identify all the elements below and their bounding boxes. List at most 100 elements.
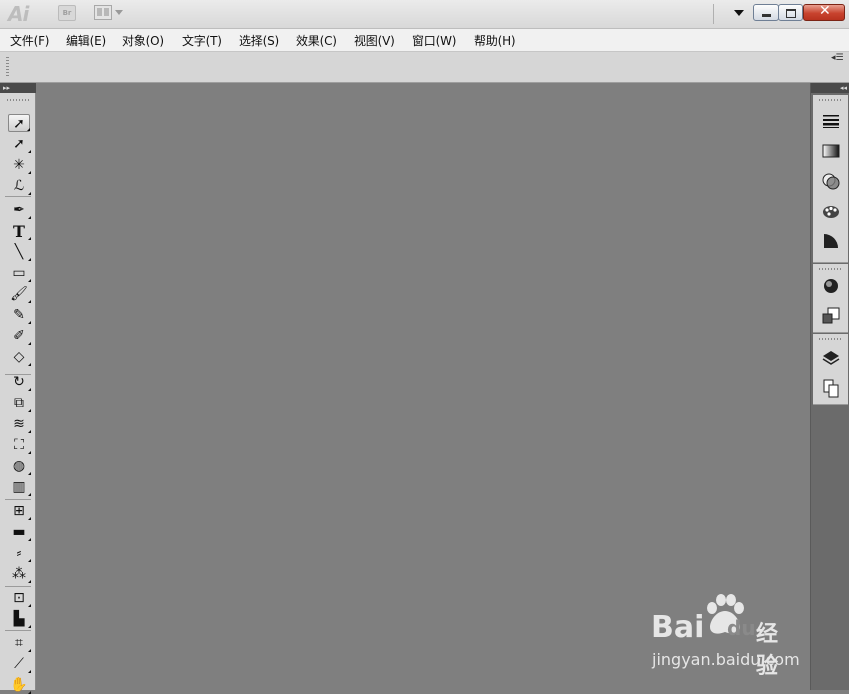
menu-window[interactable]: 窗口(W) (412, 32, 456, 49)
divider (713, 4, 714, 24)
blend-tool[interactable]: ⁂ (8, 565, 31, 583)
magic-wand-tool[interactable]: ✳ (8, 156, 31, 174)
transparency-panel-icon[interactable] (821, 171, 841, 191)
menu-view[interactable]: 视图(V) (354, 32, 395, 49)
watermark-jingyan: 经验 (756, 622, 779, 679)
flyout-indicator-icon (28, 493, 31, 496)
line-segment-tool[interactable]: ╲ (8, 243, 31, 261)
tools-panel-grip[interactable] (7, 99, 29, 101)
flyout-indicator-icon (28, 649, 31, 652)
minimize-button[interactable] (753, 4, 779, 21)
mesh-tool[interactable]: ⊞ (8, 502, 31, 520)
panel-group-grip[interactable] (819, 99, 843, 101)
rotate-tool[interactable]: ↻ (8, 373, 31, 391)
lasso-tool[interactable]: ℒ (8, 177, 31, 195)
watermark-brand: Bai (651, 610, 705, 645)
shape-builder-tool[interactable]: ◍ (8, 457, 31, 475)
flyout-indicator-icon (28, 237, 31, 240)
eyedropper-tool[interactable]: ⸗ (8, 544, 31, 562)
maximize-button[interactable] (778, 4, 803, 21)
tool-group-divider (5, 196, 31, 197)
hand-tool[interactable]: ✋ (8, 676, 31, 694)
flyout-indicator-icon (28, 538, 31, 541)
flyout-indicator-icon (28, 472, 31, 475)
menu-type[interactable]: 文字(T) (182, 32, 222, 49)
menu-effect[interactable]: 效果(C) (296, 32, 337, 49)
artboard-tool[interactable]: ⌗ (8, 634, 31, 652)
flyout-indicator-icon (27, 128, 30, 131)
menu-bar: 文件(F) 编辑(E) 对象(O) 文字(T) 选择(S) 效果(C) 视图(V… (0, 29, 849, 52)
minimize-icon (762, 14, 771, 17)
direct-selection-tool[interactable]: ➚ (8, 135, 31, 153)
gradient-tool[interactable]: ▬ (8, 523, 31, 541)
stroke-panel-icon[interactable] (821, 111, 841, 131)
flyout-indicator-icon (28, 150, 31, 153)
panel-group-2 (813, 264, 848, 333)
close-icon: ✕ (819, 3, 831, 19)
tool-group-divider (5, 586, 31, 587)
watermark-du: du (727, 616, 756, 640)
flyout-indicator-icon (28, 321, 31, 324)
panel-group-grip[interactable] (819, 268, 843, 270)
pencil-tool[interactable]: ✎ (8, 306, 31, 324)
flyout-indicator-icon (28, 342, 31, 345)
tool-group-divider (5, 630, 31, 631)
arrange-documents-button[interactable] (94, 5, 123, 20)
color-guide-panel-icon[interactable] (821, 231, 841, 251)
panel-group-3 (813, 334, 848, 405)
illustrator-logo: Ai (8, 2, 29, 26)
pen-tool[interactable]: ✒ (8, 201, 31, 219)
menu-edit[interactable]: 编辑(E) (66, 32, 106, 49)
free-transform-tool[interactable]: ⛶ (8, 436, 31, 454)
panel-dock: ◂◂ (810, 83, 849, 690)
panel-group-grip[interactable] (819, 338, 843, 340)
bridge-button[interactable]: Br (58, 5, 76, 21)
collapse-panel-icon[interactable]: ◂◂ (811, 83, 849, 93)
flyout-indicator-icon (28, 258, 31, 261)
column-graph-tool[interactable]: ▙ (8, 610, 31, 628)
menu-file[interactable]: 文件(F) (10, 32, 49, 49)
arrange-documents-icon (94, 5, 112, 20)
workspace-switcher-button[interactable] (734, 10, 744, 16)
panel-menu-icon[interactable]: ◂☰ (831, 53, 844, 63)
panel-group-1 (813, 95, 848, 263)
document-canvas[interactable] (37, 83, 810, 690)
tool-group-divider (5, 499, 31, 500)
control-panel-grip[interactable] (6, 57, 9, 77)
eraser-tool[interactable]: ◇ (8, 348, 31, 366)
slice-tool[interactable]: ⟋ (8, 655, 31, 673)
graph-tool[interactable]: ▥ (8, 478, 31, 496)
flyout-indicator-icon (28, 604, 31, 607)
artboards-panel-icon[interactable] (821, 378, 841, 398)
menu-object[interactable]: 对象(O) (122, 32, 164, 49)
type-tool[interactable]: T (8, 222, 31, 241)
symbol-sprayer-tool[interactable]: ⊡ (8, 589, 31, 607)
flyout-indicator-icon (28, 580, 31, 583)
selection-tool[interactable]: ➚ (8, 114, 30, 132)
graphic-styles-panel-icon[interactable] (821, 306, 841, 326)
menu-select[interactable]: 选择(S) (239, 32, 279, 49)
menu-help[interactable]: 帮助(H) (474, 32, 516, 49)
tools-panel: ▸▸ ➚ ➚ ✳ ℒ ✒ T ╲ ▭ 🖌 ✎ ✐ ◇ ↻ ⧉ ≋ ⛶ ◍ ▥ ⊞ ▬ ⸗ ⁂ ⊡ ▙ ⌗ ⟋ ✋ (0, 83, 36, 694)
color-panel-icon[interactable] (821, 201, 841, 221)
expand-panel-icon[interactable]: ▸▸ (0, 83, 36, 93)
gradient-panel-icon[interactable] (821, 141, 841, 161)
scale-tool[interactable]: ⧉ (8, 394, 31, 412)
layers-panel-icon[interactable] (821, 348, 841, 368)
rectangle-tool[interactable]: ▭ (8, 264, 31, 282)
flyout-indicator-icon (28, 451, 31, 454)
blob-brush-tool[interactable]: ✐ (8, 327, 31, 345)
flyout-indicator-icon (28, 171, 31, 174)
appearance-panel-icon[interactable] (821, 276, 841, 296)
flyout-indicator-icon (28, 363, 31, 366)
warp-tool[interactable]: ≋ (8, 415, 31, 433)
flyout-indicator-icon (28, 517, 31, 520)
flyout-indicator-icon (28, 409, 31, 412)
flyout-indicator-icon (28, 559, 31, 562)
paintbrush-tool[interactable]: 🖌 (8, 285, 31, 303)
flyout-indicator-icon (28, 300, 31, 303)
application-bar: Ai Br ✕ (0, 0, 849, 29)
maximize-icon (786, 9, 796, 18)
flyout-indicator-icon (28, 430, 31, 433)
close-button[interactable]: ✕ (803, 3, 845, 21)
